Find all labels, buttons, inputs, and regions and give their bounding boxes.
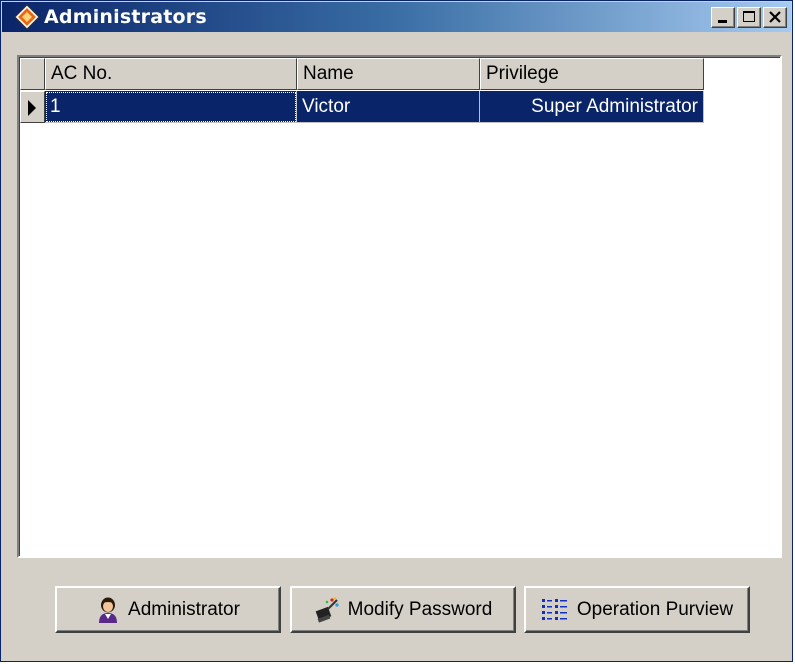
close-button[interactable] <box>763 7 787 28</box>
administrator-button[interactable]: Administrator <box>55 586 281 633</box>
grid-header: AC No. Name Privilege <box>20 58 704 90</box>
list-tree-icon <box>541 598 567 620</box>
minimize-icon <box>718 20 727 23</box>
button-bar: Administrator Modify Password Operation … <box>1 571 792 651</box>
administrator-button-label: Administrator <box>128 598 240 620</box>
cell-privilege[interactable]: Super Administrator <box>480 91 704 123</box>
cell-ac-no[interactable]: 1 <box>45 91 297 123</box>
title-bar[interactable]: Administrators <box>2 2 791 32</box>
modify-password-button-label: Modify Password <box>347 598 493 620</box>
header-corner <box>20 58 45 90</box>
person-icon <box>99 597 118 623</box>
column-header-name[interactable]: Name <box>297 58 480 90</box>
maximize-button[interactable] <box>737 7 761 28</box>
cell-name[interactable]: Victor <box>297 91 480 123</box>
maximize-icon <box>743 11 755 22</box>
column-header-ac-no[interactable]: AC No. <box>45 58 297 90</box>
operation-purview-button[interactable]: Operation Purview <box>524 586 750 633</box>
row-indicator <box>20 91 45 123</box>
operation-purview-button-label: Operation Purview <box>576 598 734 620</box>
column-header-privilege[interactable]: Privilege <box>480 58 704 90</box>
window-controls <box>709 7 787 28</box>
minimize-button[interactable] <box>711 7 735 28</box>
administrators-window: Administrators AC No. Name Privilege 1 V… <box>0 0 793 662</box>
triangle-right-icon <box>28 100 36 116</box>
administrators-grid[interactable]: AC No. Name Privilege 1 Victor Super Adm… <box>17 55 782 558</box>
magic-wand-icon <box>315 596 339 623</box>
window-title: Administrators <box>44 6 207 28</box>
diamond-logo-icon <box>14 4 40 30</box>
table-row[interactable]: 1 Victor Super Administrator <box>20 91 704 123</box>
modify-password-button[interactable]: Modify Password <box>290 586 516 633</box>
close-icon <box>769 11 781 23</box>
